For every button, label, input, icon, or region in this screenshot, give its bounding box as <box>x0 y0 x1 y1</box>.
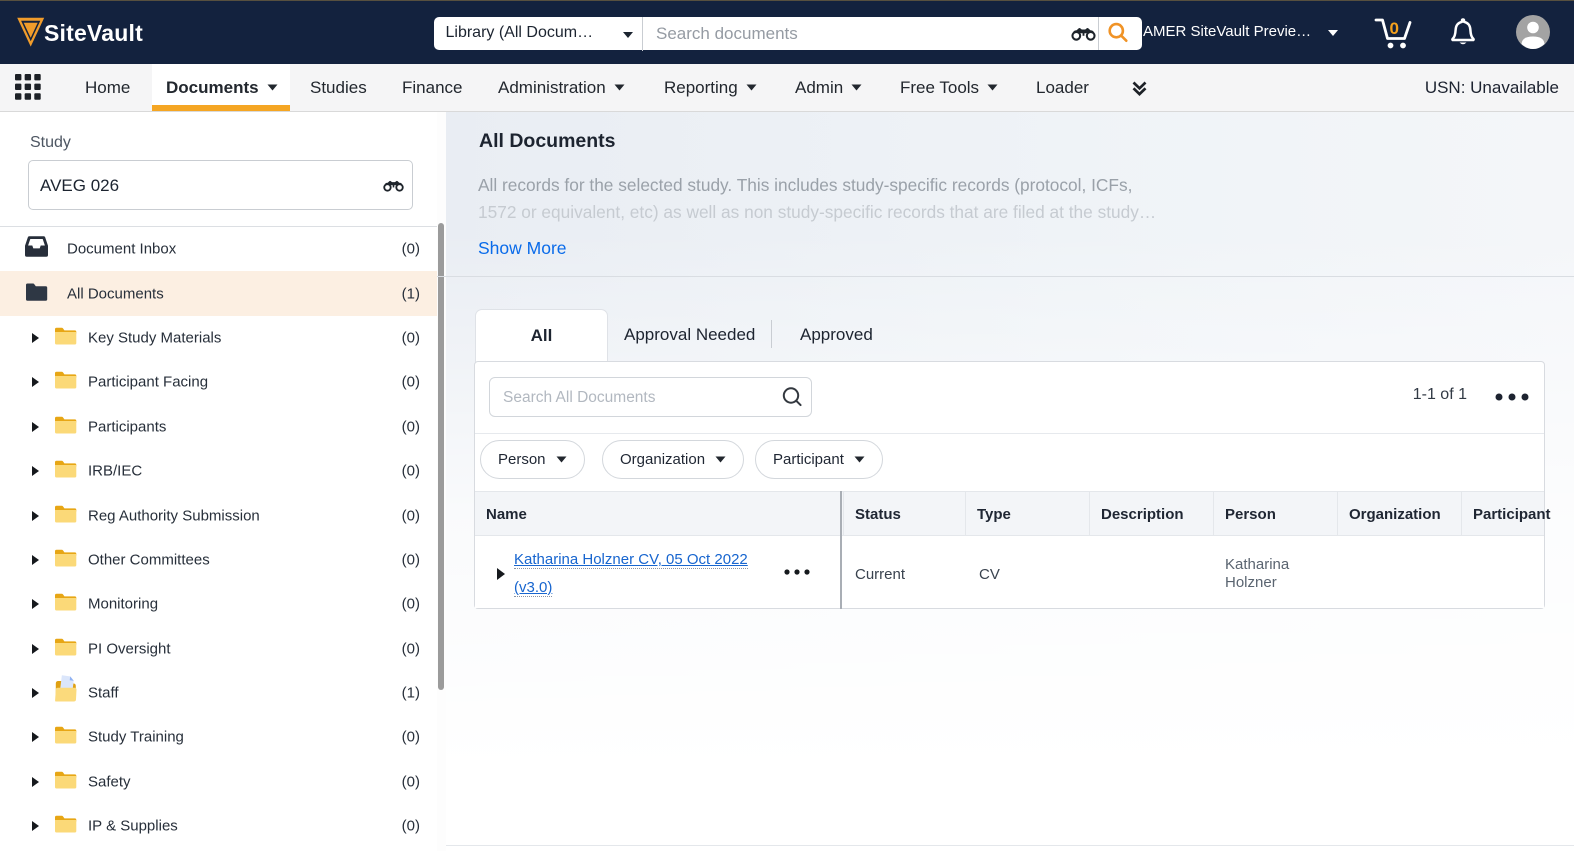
svg-text:0: 0 <box>1390 19 1399 38</box>
